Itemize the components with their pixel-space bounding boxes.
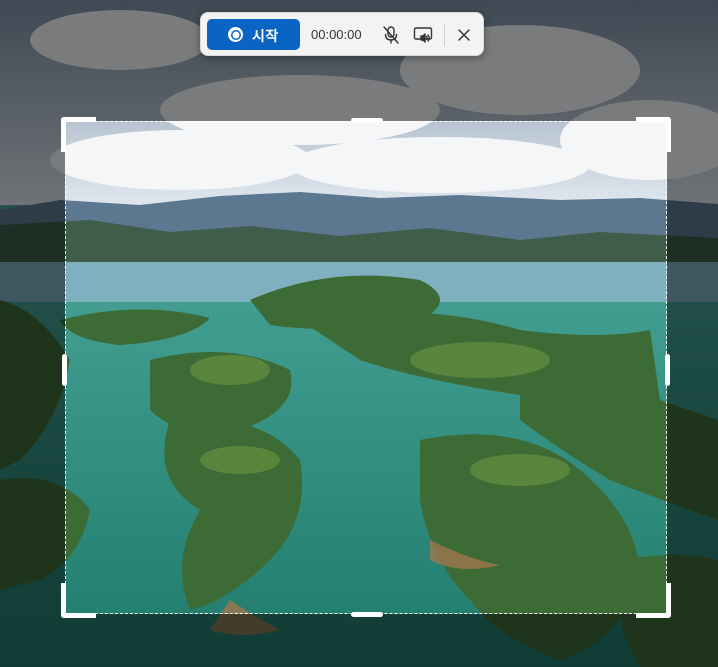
toolbar-divider [444, 24, 445, 46]
resize-handle-left[interactable] [62, 354, 67, 386]
resize-handle-top-left[interactable] [61, 117, 96, 152]
capture-region[interactable] [61, 117, 671, 618]
resize-handle-bottom-left[interactable] [61, 583, 96, 618]
dim-overlay-bottom [0, 614, 718, 667]
dim-overlay-right [667, 121, 718, 614]
resize-handle-right[interactable] [665, 354, 670, 386]
resize-handle-bottom-right[interactable] [636, 583, 671, 618]
close-icon[interactable] [452, 23, 476, 47]
start-recording-button[interactable]: 시작 [207, 19, 300, 50]
recording-toolbar: 시작 00:00:00 [200, 12, 484, 56]
recording-timer: 00:00:00 [311, 27, 362, 42]
dim-overlay-left [0, 121, 65, 614]
microphone-muted-icon[interactable] [379, 23, 403, 47]
system-audio-icon[interactable] [411, 23, 435, 47]
resize-handle-bottom[interactable] [351, 612, 383, 617]
resize-handle-top-right[interactable] [636, 117, 671, 152]
record-circle-icon [228, 27, 243, 42]
resize-handle-top[interactable] [351, 118, 383, 123]
start-label: 시작 [252, 28, 279, 44]
